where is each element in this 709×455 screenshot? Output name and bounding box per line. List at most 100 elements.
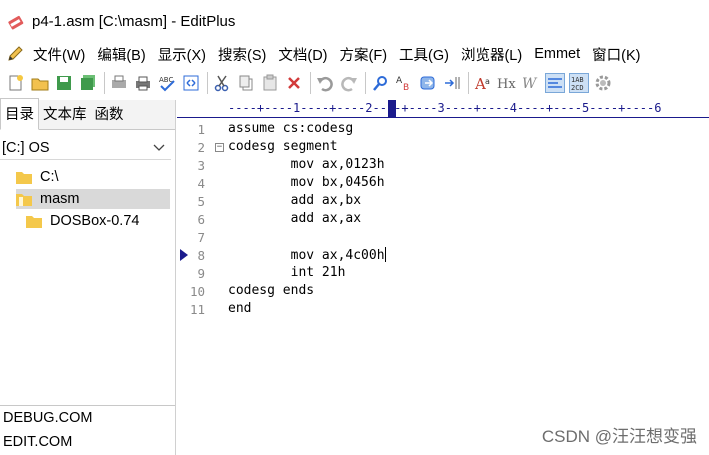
menu-document[interactable]: 文档(D) xyxy=(273,44,334,65)
code-editor[interactable]: ----+----1----+----2----+----3----+----4… xyxy=(177,100,709,455)
toolbar-separator xyxy=(365,72,366,94)
folder-open-icon xyxy=(16,194,32,206)
tree-item-label: DOSBox-0.74 xyxy=(50,213,140,229)
line-number: 10 xyxy=(189,284,205,299)
chevron-down-icon xyxy=(153,140,165,156)
toolbar: ABC AB Aa Hx W 1AB 2CD xyxy=(0,67,709,99)
hex-icon[interactable]: Hx xyxy=(497,73,517,93)
tree-item-masm[interactable]: masm xyxy=(16,189,170,209)
code-line-current: mov ax,4c00h xyxy=(228,247,386,263)
menu-search[interactable]: 搜索(S) xyxy=(213,44,273,65)
svg-text:1AB: 1AB xyxy=(571,76,584,84)
line-number: 1 xyxy=(197,122,205,137)
line-number-gutter: 1 2 − 3 4 5 6 7 8 9 10 11 xyxy=(177,119,225,455)
line-number: 5 xyxy=(197,194,205,209)
html-preview-icon[interactable] xyxy=(181,73,201,93)
file-item-edit[interactable]: EDIT.COM xyxy=(0,430,175,454)
code-line: add ax,ax xyxy=(228,211,362,226)
paste-icon[interactable] xyxy=(260,73,280,93)
ruler-cursor-marker xyxy=(388,100,396,117)
code-line: end xyxy=(228,301,252,316)
font-icon[interactable]: Aa xyxy=(473,73,493,93)
folder-tree: C:\ masm DOSBox-0.74 xyxy=(0,163,175,395)
tab-cliptext[interactable]: 文本库 xyxy=(39,99,91,129)
svg-text:W: W xyxy=(522,76,538,92)
save-all-icon[interactable] xyxy=(78,73,98,93)
line-number: 6 xyxy=(197,212,205,227)
menu-window[interactable]: 窗口(K) xyxy=(587,44,647,65)
tree-item-c-drive[interactable]: C:\ xyxy=(16,167,166,187)
delete-icon[interactable] xyxy=(284,73,304,93)
menu-edit[interactable]: 编辑(B) xyxy=(92,44,152,65)
svg-text:a: a xyxy=(485,77,490,86)
menu-view[interactable]: 显示(X) xyxy=(153,44,213,65)
settings-icon[interactable] xyxy=(593,73,613,93)
print-icon[interactable] xyxy=(133,73,153,93)
code-line: int 21h xyxy=(228,265,346,280)
svg-text:B: B xyxy=(403,83,409,92)
toolbar-separator xyxy=(104,72,105,94)
replace-icon[interactable]: AB xyxy=(394,73,414,93)
file-item-debug[interactable]: DEBUG.COM xyxy=(0,406,175,430)
window-title: p4-1.asm [C:\masm] - EditPlus xyxy=(32,12,236,30)
column-icon[interactable]: 1AB 2CD xyxy=(569,73,589,93)
drive-select-value: [C:] OS xyxy=(2,139,50,156)
tab-functions[interactable]: 函数 xyxy=(91,99,128,129)
line-numbers-icon[interactable] xyxy=(545,73,565,93)
text-caret xyxy=(384,247,386,262)
menu-tools[interactable]: 工具(G) xyxy=(394,44,456,65)
menu-browser[interactable]: 浏览器(L) xyxy=(456,44,529,65)
fold-toggle[interactable]: − xyxy=(215,143,224,152)
title-bar: p4-1.asm [C:\masm] - EditPlus xyxy=(0,0,709,42)
word-wrap-icon[interactable]: W xyxy=(521,73,541,93)
find-icon[interactable] xyxy=(370,73,390,93)
directory-panel: 目录 文本库 函数 [C:] OS C:\ masm DOSBox-0.74 D… xyxy=(0,98,176,455)
toolbar-separator xyxy=(207,72,208,94)
ruler-text: ----+----1----+----2----+----3----+----4… xyxy=(228,101,662,115)
folder-icon xyxy=(26,216,42,228)
line-number: 3 xyxy=(197,158,205,173)
menu-bar: 文件(W) 编辑(B) 显示(X) 搜索(S) 文档(D) 方案(F) 工具(G… xyxy=(0,42,709,66)
code-line-text: mov ax,4c00h xyxy=(228,248,385,263)
open-folder-icon[interactable] xyxy=(30,73,50,93)
menu-project[interactable]: 方案(F) xyxy=(335,44,395,65)
tree-item-label: C:\ xyxy=(40,169,59,185)
save-icon[interactable] xyxy=(54,73,74,93)
redo-icon[interactable] xyxy=(339,73,359,93)
copy-icon[interactable] xyxy=(236,73,256,93)
undo-icon[interactable] xyxy=(315,73,335,93)
editplus-app-icon[interactable] xyxy=(6,11,26,31)
goto-icon[interactable] xyxy=(418,73,438,93)
line-number: 7 xyxy=(197,230,205,245)
current-line-marker xyxy=(180,249,188,261)
tree-item-label: masm xyxy=(40,191,80,207)
print-preview-icon[interactable] xyxy=(109,73,129,93)
code-line: codesg segment xyxy=(228,139,338,154)
line-number: 8 xyxy=(197,248,205,263)
line-number: 9 xyxy=(197,266,205,281)
pencil-icon xyxy=(4,43,26,65)
indent-icon[interactable] xyxy=(442,73,462,93)
panel-tabs: 目录 文本库 函数 xyxy=(0,98,175,130)
tree-item-dosbox[interactable]: DOSBox-0.74 xyxy=(26,211,171,231)
column-ruler: ----+----1----+----2----+----3----+----4… xyxy=(177,100,709,118)
tab-directory[interactable]: 目录 xyxy=(0,98,39,130)
menu-emmet[interactable]: Emmet xyxy=(529,46,587,62)
code-line: mov bx,0456h xyxy=(228,175,385,190)
code-line: codesg ends xyxy=(228,283,315,298)
code-line: assume cs:codesg xyxy=(228,121,354,136)
cut-icon[interactable] xyxy=(212,73,232,93)
new-file-icon[interactable] xyxy=(6,73,26,93)
code-line: mov ax,0123h xyxy=(228,157,385,172)
code-line: add ax,bx xyxy=(228,193,362,208)
menu-file[interactable]: 文件(W) xyxy=(28,44,92,65)
line-number: 11 xyxy=(189,302,205,317)
svg-text:Hx: Hx xyxy=(497,77,516,92)
drive-select[interactable]: [C:] OS xyxy=(0,136,171,160)
folder-icon xyxy=(16,172,32,184)
spell-check-icon[interactable]: ABC xyxy=(157,73,177,93)
svg-text:2CD: 2CD xyxy=(571,84,584,92)
toolbar-separator xyxy=(310,72,311,94)
line-number: 4 xyxy=(197,176,205,191)
svg-text:A: A xyxy=(396,76,403,86)
